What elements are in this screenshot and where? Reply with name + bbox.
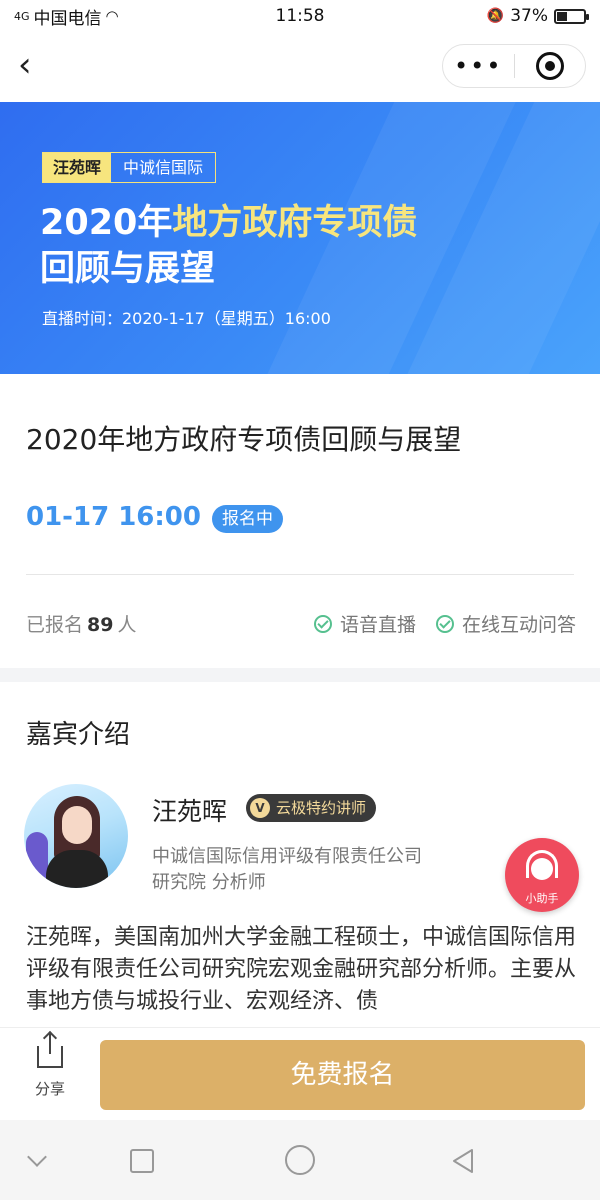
guest-bio: 汪苑晖，美国南加州大学金融工程硕士，中诚信国际信用评级有限责任公司研究院宏观金融… (26, 925, 577, 1014)
avatar-body (46, 850, 108, 888)
v-badge-icon: V (250, 798, 270, 818)
feature-item: 在线互动问答 (435, 610, 576, 637)
enrolled-number: 89 (87, 614, 114, 636)
feature-item: 语音直播 (313, 610, 416, 637)
banner-title-line2: 回顾与展望 (40, 249, 216, 289)
speaker-tag-org: 中诚信国际 (123, 158, 204, 177)
more-dots-icon: ••• (454, 52, 503, 80)
headset-icon (526, 850, 558, 878)
chevron-down-icon[interactable] (27, 1147, 47, 1167)
guest-org: 中诚信国际信用评级有限责任公司 (152, 846, 422, 867)
feature-label: 在线互动问答 (461, 614, 576, 636)
clock: 11:58 (275, 6, 325, 26)
status-badge: 报名中 (212, 505, 283, 533)
avatar[interactable] (24, 784, 128, 888)
chevron-left-icon: ‹ (18, 45, 32, 85)
wifi-icon: ◠ (105, 7, 119, 25)
register-button[interactable]: 免费报名 (100, 1040, 585, 1110)
lecturer-badge: V 云极特约讲师 (246, 794, 377, 822)
recent-apps-icon[interactable] (130, 1149, 154, 1173)
lecturer-badge-label: 云极特约讲师 (276, 799, 367, 817)
guest-role: 研究院 分析师 (152, 872, 266, 893)
banner-live-time: 直播时间：2020-1-17（星期五）16:00 (42, 309, 331, 328)
system-nav-bar (0, 1120, 600, 1200)
close-button[interactable] (515, 52, 586, 80)
speaker-tag: 汪苑晖 中诚信国际 (42, 152, 217, 183)
battery-percent: 37% (510, 6, 548, 26)
battery-icon (554, 8, 589, 24)
signal-icon: 4G (14, 9, 30, 23)
share-label: 分享 (34, 1080, 65, 1098)
assistant-button[interactable]: 小助手 (505, 838, 579, 912)
mute-icon: 🔕 (486, 8, 505, 24)
section-title: 嘉宾介绍 (26, 720, 131, 750)
bottom-action-bar: 分享 免费报名 (0, 1027, 600, 1120)
banner-title: 2020年地方政府专项债 回顾与展望 (40, 200, 417, 292)
enrolled-prefix: 已报名 (26, 614, 84, 636)
enrolled-count: 已报名 89 人 (26, 610, 136, 637)
avatar-plant (26, 832, 48, 888)
event-datetime: 01-17 16:00 (26, 502, 201, 532)
speaker-tag-name: 汪苑晖 (43, 153, 112, 182)
carrier-name: 中国电信 (33, 8, 102, 29)
feature-list: 语音直播 在线互动问答 (313, 610, 576, 637)
check-circle-icon (313, 614, 332, 633)
enrolled-suffix: 人 (117, 614, 137, 636)
more-button[interactable]: ••• (443, 44, 514, 88)
target-icon (535, 52, 564, 80)
share-button[interactable]: 分享 (22, 1034, 78, 1099)
back-button[interactable]: ‹ (18, 46, 58, 86)
event-title: 2020年地方政府专项债回顾与展望 (26, 423, 462, 456)
event-banner: 汪苑晖 中诚信国际 2020年地方政府专项债 回顾与展望 直播时间：2020-1… (0, 102, 600, 374)
banner-title-year: 2020年 (40, 203, 173, 243)
status-bar: 4G 中国电信 ◠ 11:58 🔕 37% (0, 0, 600, 32)
home-icon[interactable] (285, 1145, 315, 1175)
nav-bar: ‹ ••• (0, 32, 600, 102)
avatar-face (62, 806, 92, 844)
assistant-label: 小助手 (525, 892, 559, 905)
event-info-card: 2020年地方政府专项债回顾与展望 01-17 16:00 报名中 已报名 89 人… (0, 374, 600, 668)
share-icon (37, 1034, 63, 1068)
back-triangle-icon[interactable] (450, 1147, 476, 1175)
mini-program-capsule: ••• (442, 44, 586, 88)
divider (26, 574, 574, 575)
check-circle-icon (435, 614, 454, 633)
feature-label: 语音直播 (339, 614, 416, 636)
guest-name: 汪苑晖 (152, 797, 228, 826)
banner-title-highlight: 地方政府专项债 (172, 203, 418, 243)
